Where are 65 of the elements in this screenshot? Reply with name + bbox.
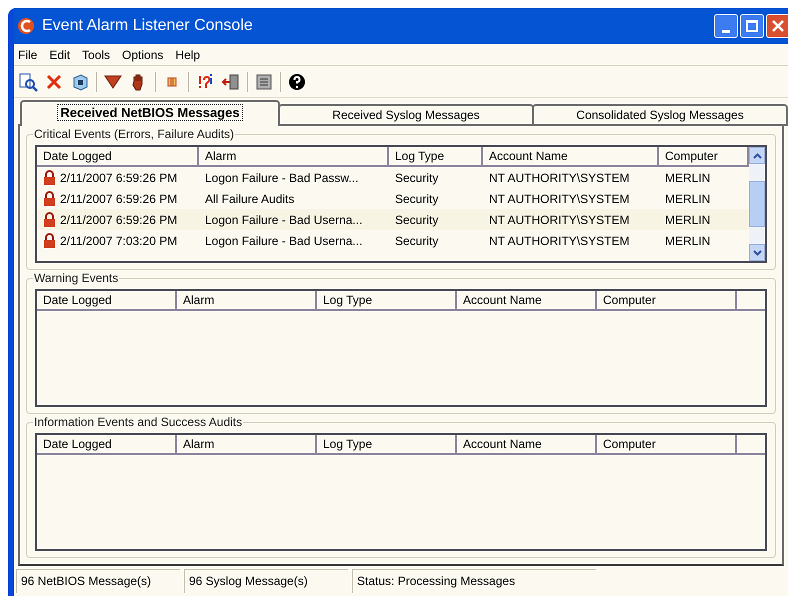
scroll-down-button[interactable] [749, 244, 765, 261]
menu-item[interactable]: Help [175, 46, 200, 64]
table-cell-text: Security [395, 232, 438, 250]
group-title: Warning Events [33, 271, 120, 285]
table-cell-text: Logon Failure - Bad Passw... [205, 170, 358, 186]
tab[interactable]: Received NetBIOS Messages [20, 100, 280, 126]
table-cell-text: NT AUTHORITY\SYSTEM [489, 212, 630, 228]
table-cell-text: Security [395, 212, 438, 228]
column-header[interactable]: Account Name [457, 291, 597, 309]
table-cell-text: MERLIN [665, 212, 710, 228]
maximize-button[interactable] [740, 14, 764, 38]
column-header[interactable]: Log Type [389, 147, 483, 165]
status-panel: 96 Syslog Message(s) [184, 569, 348, 593]
close-button[interactable] [766, 14, 788, 38]
column-header[interactable]: Alarm [177, 435, 317, 453]
group-title: Information Events and Success Audits [33, 415, 244, 429]
lock-icon [43, 170, 56, 185]
table-cell-text: Logon Failure - Bad Userna... [205, 232, 362, 250]
lock-icon [43, 233, 56, 248]
menu-item[interactable]: Options [122, 46, 164, 64]
exit-door-icon[interactable] [221, 72, 241, 92]
column-header[interactable]: Account Name [457, 435, 597, 453]
menu-item[interactable]: Edit [49, 46, 70, 64]
column-header[interactable]: Alarm [177, 291, 317, 309]
list-icon[interactable] [254, 72, 274, 92]
table-cell-text: 2/11/2007 6:59:26 PM [60, 170, 178, 186]
scrollbar[interactable] [749, 147, 765, 261]
table-cell-text: All Failure Audits [205, 190, 294, 208]
table-cell-text: MERLIN [665, 170, 710, 186]
column-header[interactable]: Account Name [483, 147, 659, 165]
table-cell-text: 2/11/2007 7:03:20 PM [60, 232, 178, 250]
column-header[interactable]: Date Logged [37, 147, 199, 165]
status-panel: Status: Processing Messages [352, 569, 596, 593]
table-cell-text: Logon Failure - Bad Userna... [205, 212, 362, 228]
table-cell-text: NT AUTHORITY\SYSTEM [489, 232, 630, 250]
menu-item[interactable]: File [18, 46, 38, 64]
column-header[interactable]: Log Type [317, 435, 457, 453]
lock-icon [43, 212, 56, 227]
search-document-icon[interactable] [18, 72, 38, 92]
minimize-button[interactable] [714, 14, 738, 38]
table-cell-text: Security [395, 170, 438, 186]
column-header[interactable]: Date Logged [37, 435, 177, 453]
table-cell-text: 2/11/2007 6:59:26 PM [60, 212, 178, 228]
table-cell-text: NT AUTHORITY\SYSTEM [489, 190, 630, 208]
table-cell-text: MERLIN [665, 232, 710, 250]
help-icon[interactable] [287, 72, 307, 92]
table-cell-text: MERLIN [665, 190, 710, 208]
column-header[interactable]: Alarm [199, 147, 389, 165]
column-header[interactable]: Computer [597, 435, 737, 453]
scroll-thumb[interactable] [749, 181, 765, 227]
group-title: Critical Events (Errors, Failure Audits) [33, 127, 236, 141]
close-icon [770, 19, 784, 33]
status-panel: 96 NetBIOS Message(s) [16, 569, 180, 593]
scroll-up-button[interactable] [749, 147, 765, 164]
app-logo-icon [16, 16, 36, 36]
table-cell-text: Security [395, 190, 438, 208]
table-cell-text: NT AUTHORITY\SYSTEM [489, 170, 630, 186]
column-header[interactable]: Computer [597, 291, 737, 309]
menu-item[interactable]: Tools [82, 46, 110, 64]
lock-icon [43, 191, 56, 206]
column-header[interactable]: Date Logged [37, 291, 177, 309]
column-header[interactable]: Log Type [317, 291, 457, 309]
tab[interactable]: Consolidated Syslog Messages [532, 104, 788, 126]
window-title: Event Alarm Listener Console [42, 16, 254, 36]
table-cell-text: 2/11/2007 6:59:26 PM [60, 190, 178, 208]
